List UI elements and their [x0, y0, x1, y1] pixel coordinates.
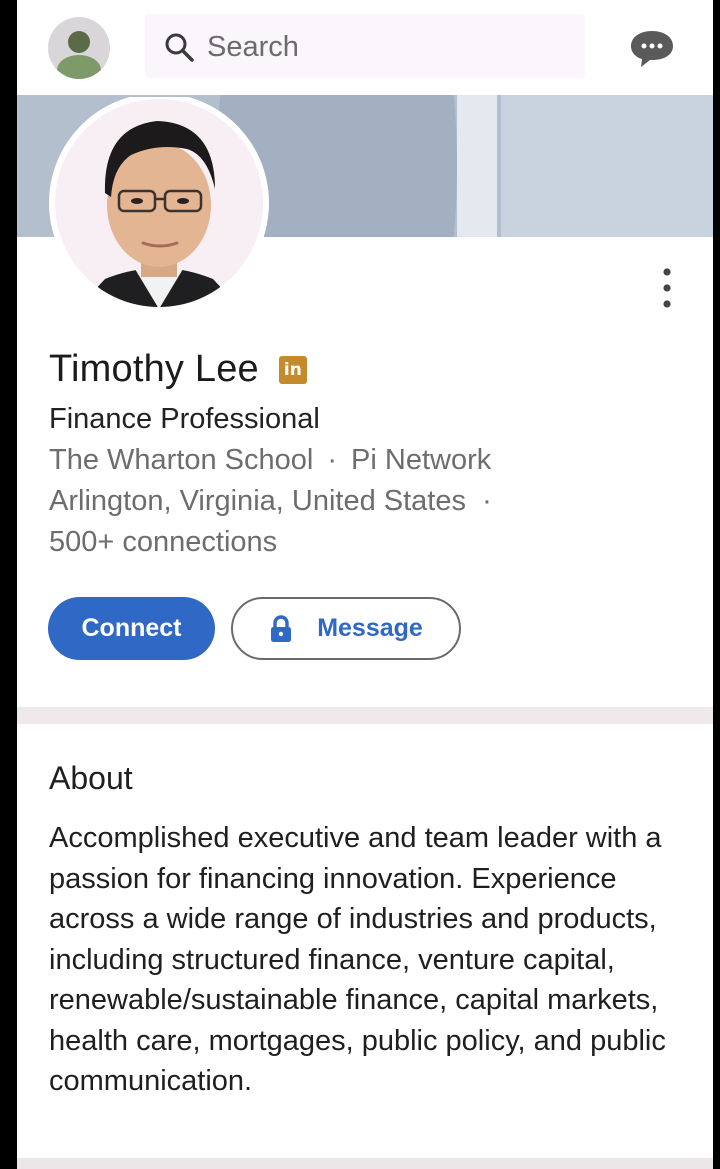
- section-divider: [17, 707, 713, 724]
- my-avatar[interactable]: [48, 17, 110, 79]
- profile-photo[interactable]: [47, 97, 271, 309]
- separator-dot: ·: [327, 444, 338, 476]
- about-heading: About: [49, 760, 133, 796]
- name-row: Timothy Lee in: [49, 348, 307, 391]
- connections-count[interactable]: 500+ connections: [49, 526, 277, 559]
- profile-location: Arlington, Virginia, United States: [49, 485, 466, 517]
- search-icon: [165, 33, 194, 62]
- about-text: Accomplished executive and team leader w…: [49, 822, 666, 1097]
- section-divider: [17, 1158, 713, 1169]
- separator-dot: ·: [482, 485, 492, 517]
- top-bar: Search: [17, 0, 713, 95]
- lock-icon: [271, 614, 292, 642]
- search-bar[interactable]: Search: [145, 14, 585, 78]
- messaging-icon[interactable]: [629, 28, 675, 68]
- search-input[interactable]: Search: [207, 31, 299, 64]
- more-vertical-icon[interactable]: [659, 266, 675, 310]
- location-row: Arlington, Virginia, United States ·: [49, 485, 492, 518]
- education-company-row: The Wharton School · Pi Network: [49, 444, 491, 477]
- profile-screen: Search Timothy Lee in Finance Profession…: [17, 0, 713, 1169]
- profile-headline: Finance Professional: [49, 403, 320, 435]
- company-link[interactable]: Pi Network: [351, 444, 491, 476]
- linkedin-icon: in: [278, 355, 307, 384]
- education-link[interactable]: The Wharton School: [49, 444, 313, 476]
- connect-button[interactable]: Connect: [48, 597, 215, 660]
- message-button-label: Message: [317, 614, 423, 642]
- profile-name: Timothy Lee: [49, 348, 259, 390]
- message-button[interactable]: Message: [231, 597, 461, 660]
